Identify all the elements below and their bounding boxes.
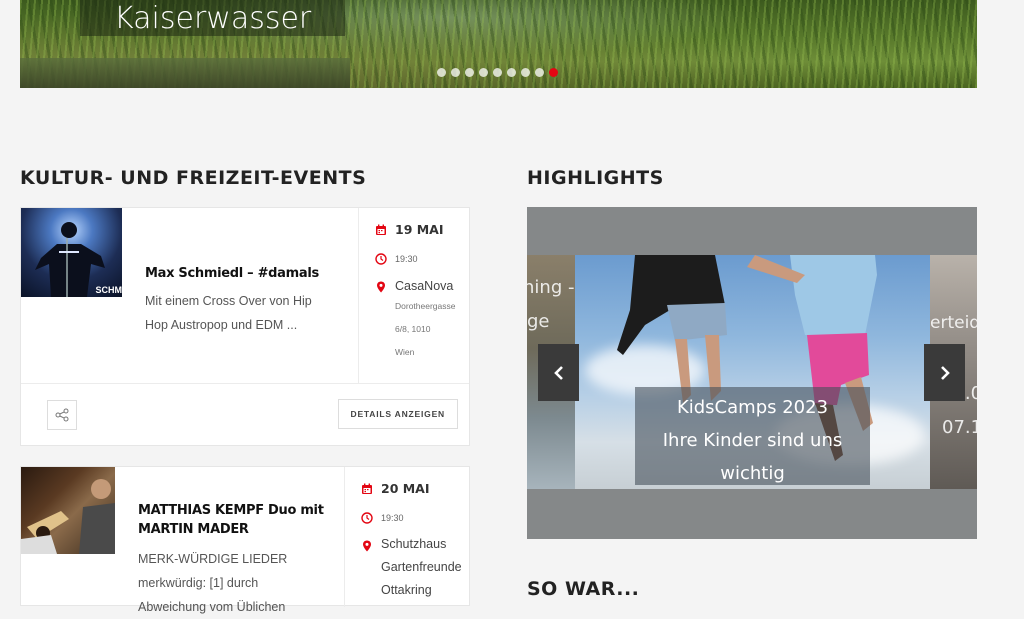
event-title[interactable]: Max Schmiedl – #damals: [145, 264, 355, 283]
highlight-caption[interactable]: KidsCamps 2023 Ihre Kinder sind uns wich…: [635, 387, 870, 485]
location-pin-icon: [363, 540, 371, 552]
clock-icon: [375, 253, 387, 265]
event-venue[interactable]: Schutzhaus Gartenfreunde Ottakring: [381, 533, 462, 602]
event-title[interactable]: MATTHIAS KEMPF Duo mit MARTIN MADER: [138, 501, 343, 539]
venue-line: Schutzhaus: [381, 537, 447, 551]
clock-icon: [361, 512, 373, 524]
excerpt-line: Abweichung vom Üblichen: [138, 600, 286, 614]
details-button[interactable]: DETAILS ANZEIGEN: [337, 399, 458, 429]
event-time: 19:30: [381, 513, 404, 523]
event-info: MATTHIAS KEMPF Duo mit MARTIN MADER MERK…: [138, 501, 343, 619]
slider-dot[interactable]: [479, 68, 488, 77]
event-venue[interactable]: CasaNova: [395, 279, 453, 293]
caption-line: Ihre Kinder sind uns: [662, 430, 843, 451]
next-slide-text: 07.1: [942, 417, 977, 438]
venue-line: Gartenfreunde: [381, 560, 462, 574]
event-thumbnail[interactable]: SCHM: [21, 208, 122, 297]
hero-caption-text: Kaiserwasser: [114, 1, 312, 36]
calendar-icon: [376, 224, 386, 235]
highlights-section-title: HIGHLIGHTS: [527, 167, 664, 189]
carousel-next-button[interactable]: [924, 344, 965, 401]
caption-line: KidsCamps 2023: [676, 397, 829, 418]
musicians-photo: [21, 479, 115, 554]
slider-dot-active[interactable]: [549, 68, 558, 77]
slider-dot[interactable]: [493, 68, 502, 77]
hero-image-water: [20, 58, 350, 88]
event-card: MATTHIAS KEMPF Duo mit MARTIN MADER MERK…: [20, 466, 470, 614]
events-section-title: KULTUR- UND FREIZEIT-EVENTS: [20, 167, 367, 189]
event-excerpt: MERK-WÜRDIGE LIEDER merkwürdig: [1] durc…: [138, 547, 343, 619]
excerpt-line: merkwürdig: [1] durch: [138, 576, 259, 590]
prev-slide-text: ge: [527, 311, 550, 332]
prev-slide-text: ning -: [527, 277, 575, 298]
share-button[interactable]: [47, 400, 77, 430]
event-card-footer: DETAILS ANZEIGEN: [21, 383, 469, 446]
thumbnail-text: SCHM: [95, 285, 123, 295]
event-meta: 19 MAI 19:30 CasaNova Dorotheergasse 6/8…: [358, 208, 470, 383]
event-excerpt: Mit einem Cross Over von Hip Hop Austrop…: [145, 289, 355, 337]
carousel-prev-button[interactable]: [538, 344, 579, 401]
venue-line: Ottakring: [381, 583, 432, 597]
event-address: Dorotheergasse 6/8, 1010 Wien: [395, 295, 470, 364]
address-line: Wien: [395, 347, 415, 357]
event-thumbnail[interactable]: [21, 467, 115, 554]
slider-dot[interactable]: [437, 68, 446, 77]
so-war-section-title: SO WAR...: [527, 578, 640, 600]
hero-caption: Kaiserwasser: [80, 0, 346, 36]
slider-dot[interactable]: [535, 68, 544, 77]
event-date: 20 MAI: [381, 481, 430, 496]
slider-dot[interactable]: [521, 68, 530, 77]
event-card: SCHM Max Schmiedl – #damals Mit einem Cr…: [20, 207, 470, 446]
event-meta: 20 MAI 19:30 Schutzhaus Gartenfreunde Ot…: [344, 467, 470, 607]
caption-line: wichtig: [720, 463, 785, 484]
chevron-right-icon: [940, 365, 950, 380]
hero-slider[interactable]: Kaiserwasser: [20, 0, 977, 88]
address-line: Dorotheergasse: [395, 301, 456, 311]
share-icon: [55, 408, 69, 422]
slider-dot[interactable]: [451, 68, 460, 77]
slider-dot[interactable]: [507, 68, 516, 77]
location-pin-icon: [377, 281, 385, 293]
excerpt-line: Mit einem Cross Over von Hip: [145, 294, 312, 308]
slider-dots: [437, 68, 558, 77]
title-line: MATTHIAS KEMPF Duo mit: [138, 503, 324, 518]
event-time: 19:30: [395, 254, 418, 264]
chevron-left-icon: [553, 365, 563, 380]
event-info: Max Schmiedl – #damals Mit einem Cross O…: [145, 264, 355, 337]
title-line: MARTIN MADER: [138, 522, 249, 537]
address-line: 6/8, 1010: [395, 324, 431, 334]
excerpt-line: Hop Austropop und EDM ...: [145, 318, 298, 332]
excerpt-line: MERK-WÜRDIGE LIEDER: [138, 552, 288, 566]
performer-silhouette: [35, 222, 105, 297]
calendar-icon: [362, 483, 372, 494]
slider-dot[interactable]: [465, 68, 474, 77]
highlights-carousel: ning - ge erteidi 02.0 07.1 KidsCamps 20…: [527, 207, 977, 539]
carousel-active-slide[interactable]: KidsCamps 2023 Ihre Kinder sind uns wich…: [575, 255, 930, 489]
event-date: 19 MAI: [395, 222, 444, 237]
next-slide-text: erteidi: [930, 313, 977, 333]
